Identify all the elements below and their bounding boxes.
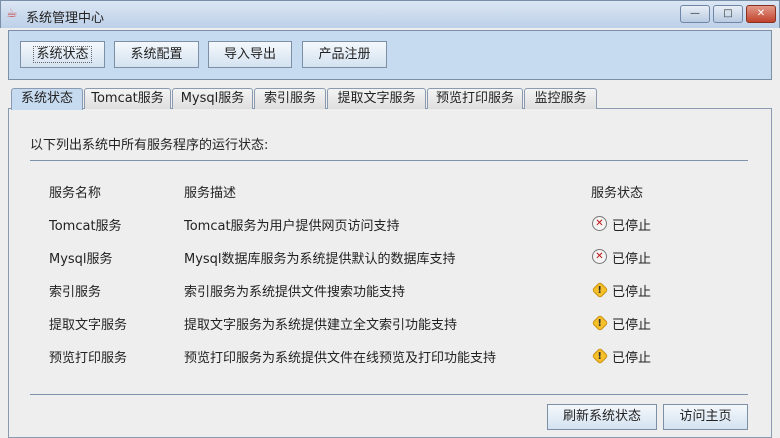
- system-status-button[interactable]: 系统状态: [20, 41, 105, 68]
- title-bar: ☕ 系统管理中心 — □ ✕: [0, 0, 780, 28]
- tab-system-status[interactable]: 系统状态: [11, 88, 83, 110]
- header-name: 服务名称: [49, 186, 102, 201]
- window-title: 系统管理中心: [26, 11, 105, 26]
- service-desc: 预览打印服务为系统提供文件在线预览及打印功能支持: [184, 351, 497, 366]
- tab-content-panel: [8, 108, 772, 438]
- service-desc: 提取文字服务为系统提供建立全文索引功能支持: [184, 318, 458, 333]
- tab-text-extract[interactable]: 提取文字服务: [327, 88, 426, 109]
- service-status: 已停止: [612, 219, 652, 234]
- toolbar: 系统状态 系统配置 导入导出 产品注册: [8, 30, 772, 80]
- refresh-status-button[interactable]: 刷新系统状态: [547, 404, 657, 430]
- service-status: 已停止: [612, 285, 652, 300]
- header-desc: 服务描述: [184, 186, 237, 201]
- system-status-label: 系统状态: [33, 46, 92, 63]
- error-icon: ✕: [592, 249, 607, 264]
- tab-preview-print[interactable]: 预览打印服务: [427, 88, 523, 109]
- service-status: 已停止: [612, 318, 652, 333]
- service-status: 已停止: [612, 351, 652, 366]
- tab-mysql[interactable]: Mysql服务: [172, 88, 253, 109]
- service-name: 预览打印服务: [49, 351, 128, 366]
- import-export-button[interactable]: 导入导出: [208, 41, 292, 68]
- service-desc: 索引服务为系统提供文件搜索功能支持: [184, 285, 406, 300]
- close-button[interactable]: ✕: [746, 5, 776, 23]
- tab-tomcat[interactable]: Tomcat服务: [84, 88, 171, 109]
- error-icon: ✕: [592, 216, 607, 231]
- visit-homepage-button[interactable]: 访问主页: [663, 404, 748, 430]
- tab-index[interactable]: 索引服务: [254, 88, 326, 109]
- maximize-button[interactable]: □: [713, 5, 743, 23]
- tab-monitor[interactable]: 监控服务: [524, 88, 597, 109]
- service-status: 已停止: [612, 252, 652, 267]
- header-status: 服务状态: [591, 186, 644, 201]
- minimize-button[interactable]: —: [680, 5, 710, 23]
- system-config-button[interactable]: 系统配置: [114, 41, 199, 68]
- java-app-icon: ☕: [6, 6, 18, 21]
- intro-text: 以下列出系统中所有服务程序的运行状态:: [30, 138, 269, 153]
- service-desc: Mysql数据库服务为系统提供默认的数据库支持: [184, 252, 456, 267]
- service-name: Mysql服务: [49, 252, 113, 267]
- divider: [30, 160, 748, 161]
- service-name: Tomcat服务: [49, 219, 122, 234]
- service-name: 提取文字服务: [49, 318, 128, 333]
- product-register-button[interactable]: 产品注册: [302, 41, 387, 68]
- service-desc: Tomcat服务为用户提供网页访问支持: [184, 219, 400, 234]
- divider: [30, 394, 748, 395]
- service-name: 索引服务: [49, 285, 102, 300]
